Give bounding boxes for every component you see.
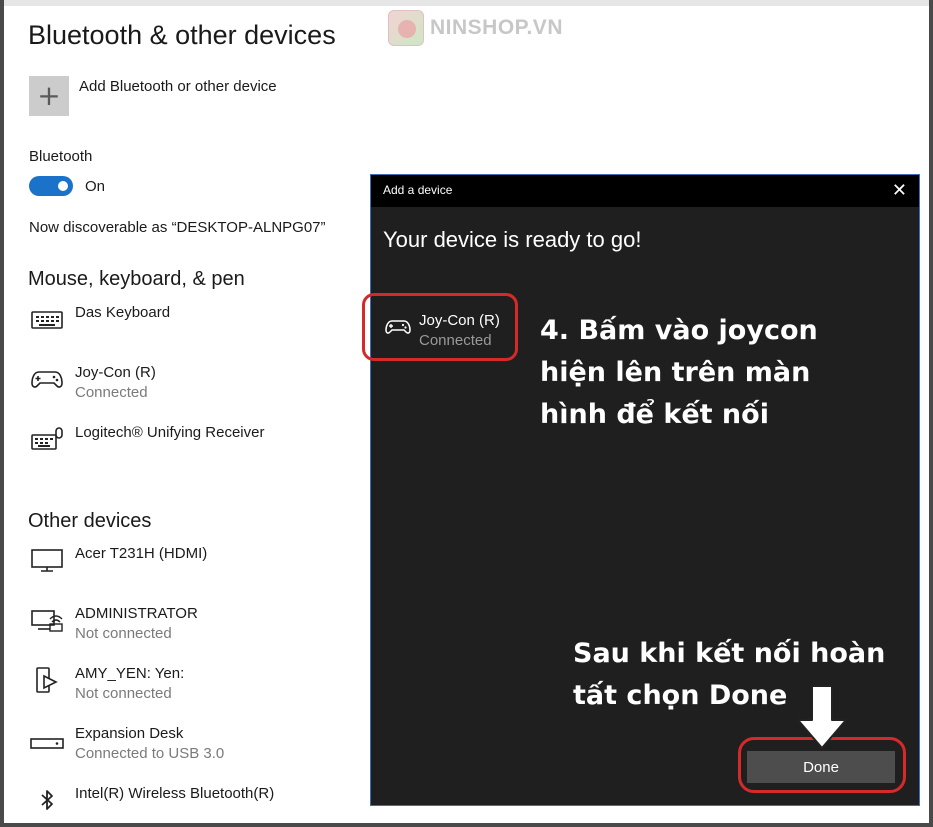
toggle-knob [58, 181, 68, 191]
watermark-text: NINSHOP.VN [430, 16, 563, 39]
device-name: AMY_YEN: Yen: [75, 665, 185, 682]
dialog-heading: Your device is ready to go! [383, 227, 642, 252]
device-item[interactable]: AMY_YEN: Yen: Not connected [30, 665, 350, 711]
section-mouse-keyboard-pen: Mouse, keyboard, & pen [28, 268, 245, 290]
dialog-title: Add a device [383, 183, 453, 197]
keyboard-icon [31, 311, 63, 329]
device-item[interactable]: Expansion Desk Connected to USB 3.0 [30, 725, 350, 771]
device-status: Not connected [75, 685, 172, 702]
media-device-icon [36, 667, 58, 693]
device-item[interactable]: Acer T231H (HDMI) [30, 545, 350, 591]
step4-note: 4. Bấm vào joycon hiện lên trên màn hình… [540, 310, 818, 436]
device-name: Das Keyboard [75, 304, 171, 321]
bluetooth-label: Bluetooth [29, 148, 93, 165]
ninshop-logo-icon [388, 10, 424, 46]
bluetooth-icon [41, 790, 53, 810]
device-item[interactable]: Das Keyboard [30, 304, 350, 350]
device-item[interactable]: Logitech® Unifying Receiver [30, 424, 350, 470]
highlight-joycon-circle [362, 293, 518, 361]
bluetooth-state: On [85, 178, 106, 195]
device-item[interactable]: Joy-Con (R) Connected [30, 364, 350, 410]
plus-icon: + [37, 79, 61, 112]
device-name: Acer T231H (HDMI) [75, 545, 208, 562]
step4-line: hiện lên trên màn [540, 357, 811, 388]
monitor-icon [31, 549, 63, 572]
page-title: Bluetooth & other devices [28, 20, 336, 50]
step4-line: 4. Bấm vào joycon [540, 315, 818, 346]
add-device-button[interactable]: + [29, 76, 69, 116]
done-note-line: Sau khi kết nối hoàn [573, 638, 886, 669]
keyboard-mouse-icon [31, 427, 63, 450]
device-item[interactable]: ADMINISTRATOR Not connected [30, 605, 350, 651]
add-device-label[interactable]: Add Bluetooth or other device [79, 78, 277, 95]
gamepad-icon [31, 371, 63, 388]
watermark: NINSHOP.VN [388, 10, 563, 46]
dialog-titlebar: Add a device ✕ [371, 175, 919, 207]
device-name: Intel(R) Wireless Bluetooth(R) [75, 785, 275, 802]
discoverable-text: Now discoverable as “DESKTOP-ALNPG07” [29, 219, 326, 236]
down-arrow-icon [797, 685, 847, 749]
close-icon[interactable]: ✕ [892, 180, 907, 201]
device-name: Expansion Desk [75, 725, 184, 742]
device-status: Not connected [75, 625, 172, 642]
device-item[interactable]: Intel(R) Wireless Bluetooth(R) [30, 785, 350, 827]
device-name: ADMINISTRATOR [75, 605, 198, 622]
drive-icon [30, 738, 64, 749]
device-status: Connected [75, 384, 148, 401]
section-other-devices: Other devices [28, 510, 152, 532]
device-name: Logitech® Unifying Receiver [75, 424, 265, 441]
device-status: Connected to USB 3.0 [75, 745, 225, 762]
step4-line: hình để kết nối [540, 399, 769, 430]
device-name: Joy-Con (R) [75, 364, 156, 381]
network-pc-icon [31, 610, 63, 632]
bluetooth-toggle[interactable] [29, 176, 73, 196]
top-border [0, 0, 933, 6]
